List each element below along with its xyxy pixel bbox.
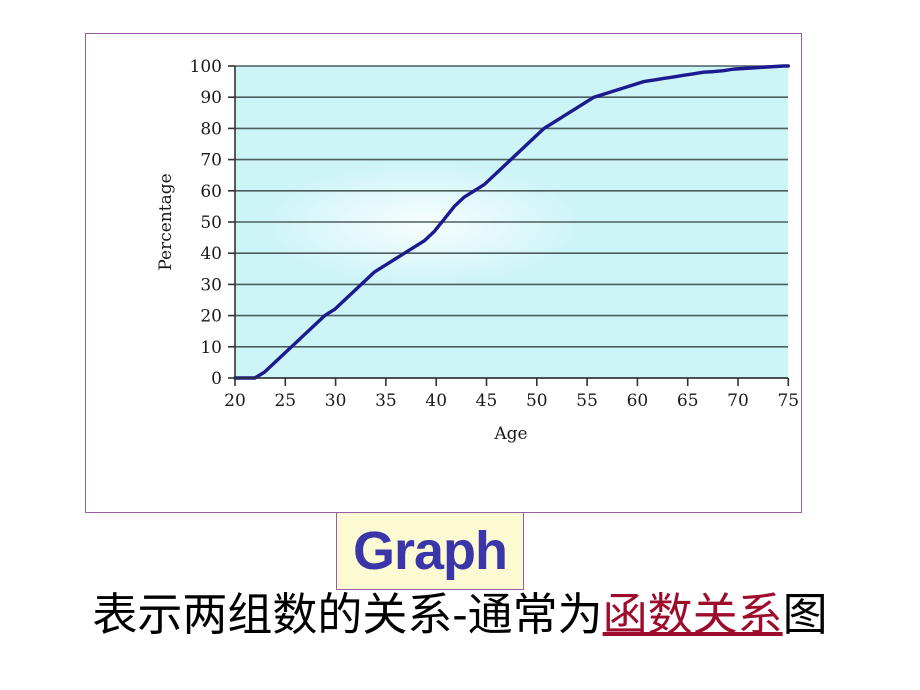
y-tick-label: 60: [200, 182, 222, 202]
x-tick-label: 30: [325, 391, 347, 411]
x-tick-label: 25: [274, 391, 296, 411]
x-axis-tick-labels: 20 25 30 35 40 45 50 55 60 65 70 75: [224, 391, 799, 411]
caption-segment-1: 表示两组数的关系-通常为: [92, 588, 603, 641]
x-tick-label: 65: [677, 391, 699, 411]
x-tick-label: 40: [425, 391, 447, 411]
y-axis: [228, 65, 236, 379]
y-tick-label: 50: [200, 213, 222, 233]
y-tick-label: 100: [190, 57, 222, 77]
x-axis-title: Age: [493, 424, 527, 444]
x-tick-label: 60: [627, 391, 649, 411]
x-tick-label: 75: [777, 391, 799, 411]
x-tick-label: 50: [526, 391, 548, 411]
y-tick-label: 30: [200, 275, 222, 295]
y-axis-title: Percentage: [156, 173, 176, 270]
y-tick-label: 20: [200, 307, 222, 327]
chart-frame: 100 90 80 70 60 50 40 30 20 10 0 20 25 3…: [85, 33, 802, 513]
slide-caption: 表示两组数的关系-通常为函数关系图: [0, 588, 920, 642]
caption-highlight-term: 函数关系: [602, 588, 783, 641]
graph-title-label: Graph: [352, 521, 508, 581]
x-tick-label: 35: [375, 391, 397, 411]
line-chart: 100 90 80 70 60 50 40 30 20 10 0 20 25 3…: [156, 57, 799, 444]
y-tick-label: 70: [200, 151, 222, 171]
y-tick-label: 10: [200, 338, 222, 358]
x-tick-label: 20: [224, 391, 246, 411]
x-tick-label: 45: [476, 391, 498, 411]
x-tick-label: 70: [727, 391, 749, 411]
y-tick-label: 90: [200, 88, 222, 108]
y-axis-tick-labels: 100 90 80 70 60 50 40 30 20 10 0: [190, 57, 222, 389]
y-tick-label: 80: [200, 119, 222, 139]
graph-title-box: Graph: [336, 512, 524, 590]
caption-segment-3: 图: [782, 588, 828, 641]
x-tick-label: 55: [576, 391, 598, 411]
y-tick-label: 40: [200, 244, 222, 264]
x-axis: [234, 377, 790, 386]
y-tick-label: 0: [211, 369, 222, 389]
